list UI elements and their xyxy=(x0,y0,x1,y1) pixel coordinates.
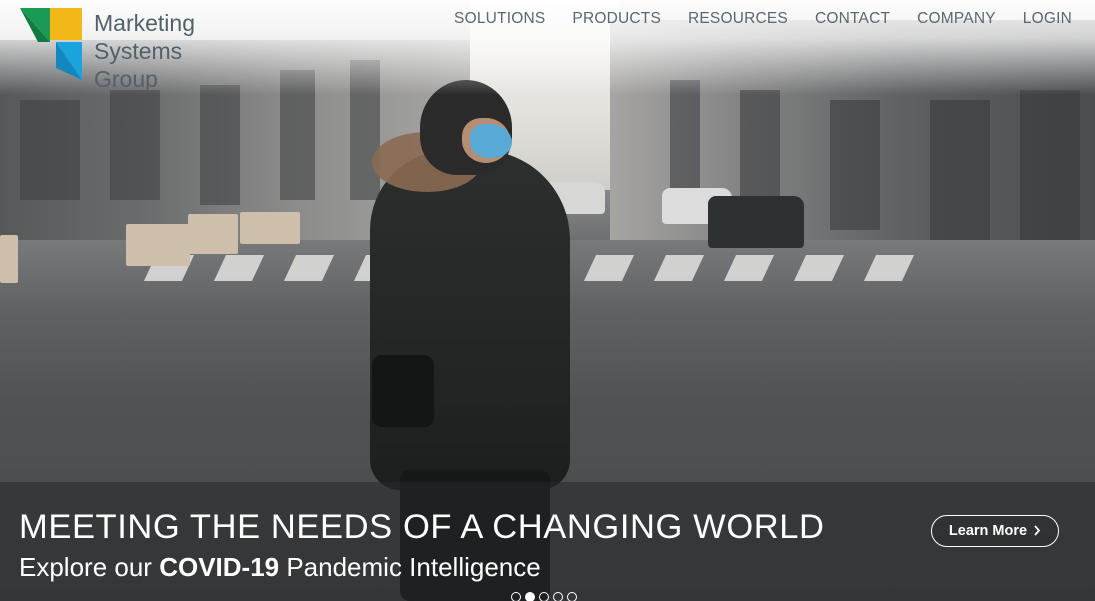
logo-line-2: Systems xyxy=(94,38,183,64)
handbag xyxy=(372,355,434,427)
chevron-right-icon xyxy=(1033,523,1041,539)
nav-contact[interactable]: CONTACT xyxy=(815,10,890,28)
carousel-dots xyxy=(511,592,577,601)
logo-line-3: Group xyxy=(94,66,158,92)
logo-wordmark: Marketing Systems Group xyxy=(94,9,195,93)
person-coat xyxy=(370,150,570,490)
learn-more-label: Learn More xyxy=(948,523,1028,539)
hero-subline[interactable]: Explore our COVID-19 Pandemic Intelligen… xyxy=(19,552,541,583)
carousel-dot[interactable] xyxy=(511,592,521,601)
logo-line-1: Marketing xyxy=(94,10,195,36)
barrier xyxy=(126,224,190,266)
nav-solutions[interactable]: SOLUTIONS xyxy=(454,10,545,28)
nav-login[interactable]: LOGIN xyxy=(1023,10,1072,28)
car xyxy=(708,196,804,248)
face-mask xyxy=(470,124,512,158)
carousel-dot[interactable] xyxy=(539,592,549,601)
barrier xyxy=(0,235,18,283)
learn-more-button[interactable]: Learn More xyxy=(931,515,1059,547)
carousel-dot-active[interactable] xyxy=(525,592,535,601)
nav-company[interactable]: COMPANY xyxy=(917,10,996,28)
subline-prefix: Explore our xyxy=(19,552,160,582)
hero-headline: MEETING THE NEEDS OF A CHANGING WORLD xyxy=(19,508,825,546)
logo[interactable]: Marketing Systems Group xyxy=(20,8,195,93)
carousel-dot[interactable] xyxy=(567,592,577,601)
nav-products[interactable]: PRODUCTS xyxy=(572,10,661,28)
barrier xyxy=(240,212,300,244)
subline-bold: COVID-19 xyxy=(159,552,280,582)
carousel-dot[interactable] xyxy=(553,592,563,601)
nav-resources[interactable]: RESOURCES xyxy=(688,10,788,28)
main-nav: SOLUTIONS PRODUCTS RESOURCES CONTACT COM… xyxy=(454,10,1072,28)
subline-suffix: Pandemic Intelligence xyxy=(279,552,541,582)
logo-mark-icon xyxy=(20,8,82,82)
barrier xyxy=(188,214,238,254)
